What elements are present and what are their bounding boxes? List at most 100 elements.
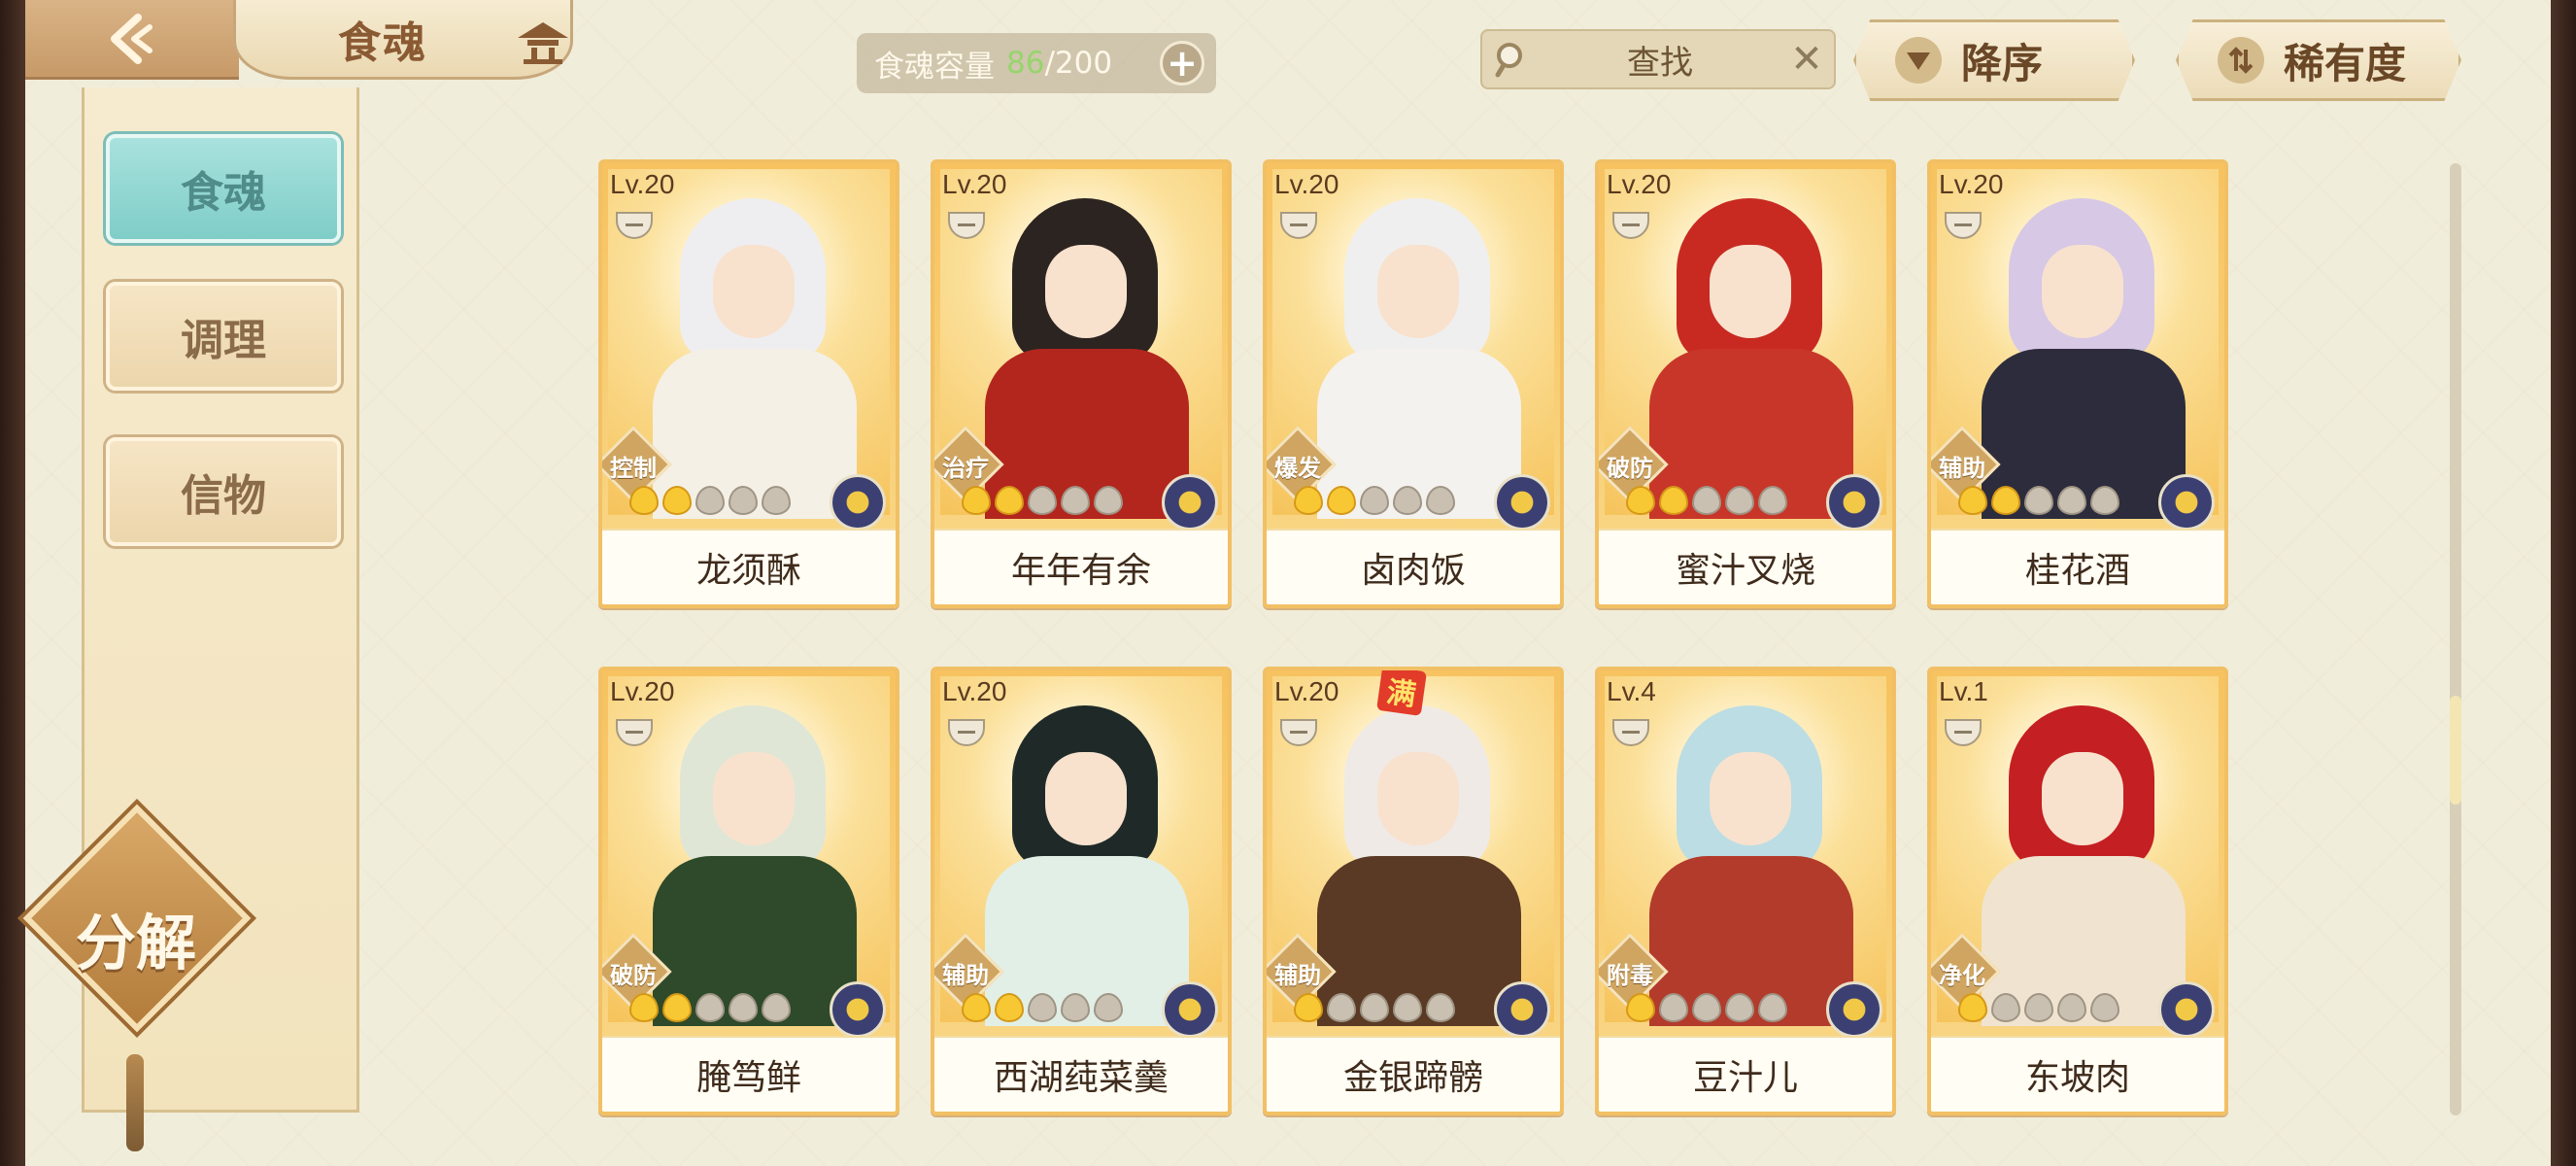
sidebar-item-food-soul[interactable]: 食魂 [106, 134, 341, 243]
role-label: 辅助 [1939, 455, 1985, 482]
food-soul-card[interactable]: Lv.20 辅助 西湖莼菜羹 [931, 667, 1232, 1115]
flame-star-icon [1327, 486, 1356, 515]
flame-star-icon [995, 486, 1024, 515]
scrollbar[interactable] [2450, 163, 2461, 1115]
back-button[interactable] [25, 0, 239, 80]
role-label: 破防 [610, 962, 657, 989]
flame-star-icon [1360, 486, 1389, 515]
card-name: 西湖莼菜羹 [934, 1036, 1228, 1112]
flame-star-icon [1094, 993, 1123, 1022]
card-level: Lv.4 [1607, 676, 1656, 706]
flame-star-icon [2024, 486, 2053, 515]
food-soul-card[interactable]: Lv.20 破防 腌笃鲜 [598, 667, 899, 1115]
card-name: 年年有余 [934, 529, 1228, 604]
right-edge [2551, 0, 2576, 1166]
food-soul-card[interactable]: Lv.4 附毒 豆汁儿 [1595, 667, 1896, 1115]
capacity-display: 食魂容量 86 / 200 + [857, 33, 1216, 93]
flame-star-icon [1725, 486, 1754, 515]
star-rating [1958, 993, 2119, 1022]
page-title: 食魂 [338, 17, 427, 68]
scroll-thumb[interactable] [2450, 696, 2461, 805]
flame-star-icon [1758, 486, 1787, 515]
card-name: 龙须酥 [602, 529, 896, 604]
card-level: Lv.20 [1607, 169, 1672, 199]
search-label: 查找 [1627, 43, 1693, 83]
star-rating [1626, 486, 1787, 515]
sort-order-button[interactable]: 降序 [1853, 19, 2135, 101]
flame-star-icon [1659, 486, 1688, 515]
triangle-down-icon [1895, 37, 1942, 84]
rarity-medal-icon [1826, 981, 1882, 1038]
food-soul-card[interactable]: Lv.20 控制 龙须酥 [598, 159, 899, 608]
flame-star-icon [1659, 993, 1688, 1022]
role-label: 辅助 [1274, 962, 1321, 989]
capacity-max: 200 [1054, 46, 1113, 81]
flame-star-icon [629, 993, 659, 1022]
sort-arrows-icon [2218, 37, 2264, 84]
card-name: 桂花酒 [1931, 529, 2224, 604]
flame-star-icon [1626, 993, 1655, 1022]
food-soul-card[interactable]: Lv.20 满辅助 金银蹄髈 [1263, 667, 1564, 1115]
flame-star-icon [962, 993, 991, 1022]
card-level: Lv.20 [1274, 169, 1339, 199]
portrait-face [2042, 752, 2123, 845]
flame-star-icon [1692, 486, 1721, 515]
food-soul-card[interactable]: Lv.1 净化 东坡肉 [1927, 667, 2228, 1115]
star-rating [962, 993, 1123, 1022]
role-label: 治疗 [942, 455, 989, 482]
star-rating [1294, 993, 1455, 1022]
star-rating [1626, 993, 1787, 1022]
sidebar-item-keepsake[interactable]: 信物 [106, 437, 341, 546]
card-name: 豆汁儿 [1599, 1036, 1892, 1112]
rarity-medal-icon [2158, 474, 2215, 531]
flame-star-icon [1360, 993, 1389, 1022]
role-label: 爆发 [1274, 455, 1321, 482]
home-button[interactable] [505, 14, 581, 72]
decompose-label: 分解 [75, 908, 196, 978]
card-level: Lv.20 [1939, 169, 2004, 199]
card-level: Lv.20 [1274, 676, 1339, 706]
flame-star-icon [1061, 486, 1090, 515]
star-rating [1958, 486, 2119, 515]
max-badge: 满 [1376, 670, 1427, 716]
portrait-face [2042, 245, 2123, 338]
portrait-face [713, 245, 795, 338]
star-rating [629, 486, 791, 515]
food-soul-card[interactable]: Lv.20 治疗 年年有余 [931, 159, 1232, 608]
rarity-medal-icon [1494, 474, 1550, 531]
flame-star-icon [2057, 993, 2086, 1022]
sort-field-button[interactable]: 稀有度 [2176, 19, 2461, 101]
capacity-separator: / [1044, 46, 1055, 81]
flame-star-icon [662, 993, 692, 1022]
food-soul-card[interactable]: Lv.20 爆发 卤肉饭 [1263, 159, 1564, 608]
rarity-medal-icon [1494, 981, 1550, 1038]
flame-star-icon [695, 993, 725, 1022]
flame-star-icon [1626, 486, 1655, 515]
sort-order-label: 降序 [1961, 39, 2044, 87]
portrait-face [1045, 245, 1127, 338]
food-soul-card[interactable]: Lv.20 破防蜜汁叉烧 [1595, 159, 1896, 608]
card-name: 腌笃鲜 [602, 1036, 896, 1112]
flame-star-icon [1294, 993, 1323, 1022]
portrait-face [1377, 245, 1459, 338]
flame-star-icon [1327, 993, 1356, 1022]
portrait-face [1377, 752, 1459, 845]
flame-star-icon [2057, 486, 2086, 515]
flame-star-icon [1028, 993, 1057, 1022]
rarity-medal-icon [1162, 474, 1218, 531]
capacity-label: 食魂容量 [874, 49, 995, 85]
rarity-medal-icon [1826, 474, 1882, 531]
card-name: 蜜汁叉烧 [1599, 529, 1892, 604]
flame-star-icon [1958, 993, 1987, 1022]
expand-capacity-button[interactable]: + [1160, 41, 1204, 86]
card-level: Lv.1 [1939, 676, 1988, 706]
role-label: 破防 [1607, 455, 1653, 482]
flame-star-icon [2090, 993, 2119, 1022]
portrait-face [713, 752, 795, 845]
flame-star-icon [1393, 993, 1422, 1022]
sidebar-item-cooking[interactable]: 调理 [106, 282, 341, 391]
clear-search-button[interactable]: ✕ [1779, 37, 1834, 82]
card-level: Lv.20 [610, 169, 675, 199]
search-bar[interactable]: 查找 ✕ [1480, 29, 1836, 89]
food-soul-card[interactable]: Lv.20 辅助桂花酒 [1927, 159, 2228, 608]
